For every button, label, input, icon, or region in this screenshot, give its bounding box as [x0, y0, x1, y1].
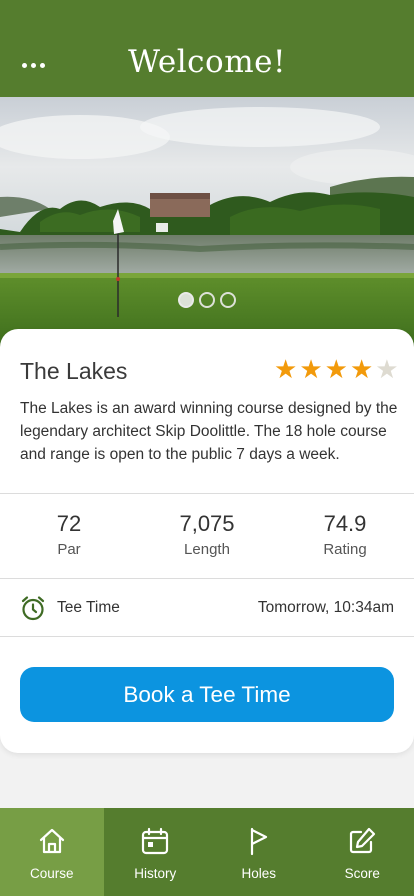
tab-history[interactable]: History: [104, 808, 208, 896]
alarm-clock-icon: [21, 596, 45, 621]
flag-icon: [250, 827, 267, 856]
tab-label: Holes: [241, 866, 276, 881]
stat-value: 7,075: [179, 511, 235, 536]
carousel-dot-2[interactable]: [199, 292, 215, 308]
bottom-tab-bar: Course History Holes Score: [0, 808, 414, 896]
star-filled-icon: ★: [349, 354, 374, 384]
tab-label: History: [134, 866, 177, 881]
tee-time-value[interactable]: Tomorrow, 10:34am: [258, 599, 394, 617]
stat-value: 74.9: [323, 511, 367, 536]
carousel-dot-3[interactable]: [220, 292, 236, 308]
star-filled-icon: ★: [299, 354, 323, 384]
carousel-dot-1[interactable]: [178, 292, 194, 308]
tab-score[interactable]: Score: [311, 808, 414, 896]
divider: [0, 578, 414, 579]
stat-label: Rating: [323, 541, 367, 558]
home-icon: [39, 828, 64, 854]
divider: [0, 636, 414, 637]
stat-value: 72: [56, 511, 82, 536]
stat-rating: 74.9 Rating: [276, 511, 414, 558]
star-empty-icon: ★: [375, 354, 399, 384]
divider: [0, 493, 414, 494]
stat-label: Par: [57, 541, 81, 558]
star-filled-icon: ★: [274, 354, 298, 384]
stat-par: 72 Par: [0, 511, 138, 558]
carousel-indicator: [0, 292, 414, 308]
tab-holes[interactable]: Holes: [207, 808, 311, 896]
stat-label: Length: [184, 541, 230, 558]
stat-length: 7,075 Length: [138, 511, 276, 558]
tab-course[interactable]: Course: [0, 808, 104, 896]
course-description: The Lakes is an award winning course des…: [20, 400, 398, 463]
lake-landscape-image: [0, 97, 414, 347]
app-header: Welcome!: [0, 0, 414, 97]
page-title: Welcome!: [128, 44, 286, 80]
star-filled-icon: ★: [324, 354, 348, 384]
course-name: The Lakes: [20, 358, 128, 384]
tab-label: Course: [29, 866, 74, 881]
book-tee-time-button[interactable]: Book a Tee Time: [20, 667, 394, 722]
tee-time-label: Tee Time: [57, 599, 120, 616]
course-card: The Lakes ★ ★ ★ ★ ★ The Lakes is an awar…: [0, 329, 414, 753]
tab-label: Score: [344, 866, 380, 881]
star-rating: ★ ★ ★ ★ ★: [274, 356, 399, 382]
course-hero-image[interactable]: [0, 97, 414, 347]
edit-icon: [350, 827, 376, 854]
calendar-icon: [142, 827, 169, 855]
